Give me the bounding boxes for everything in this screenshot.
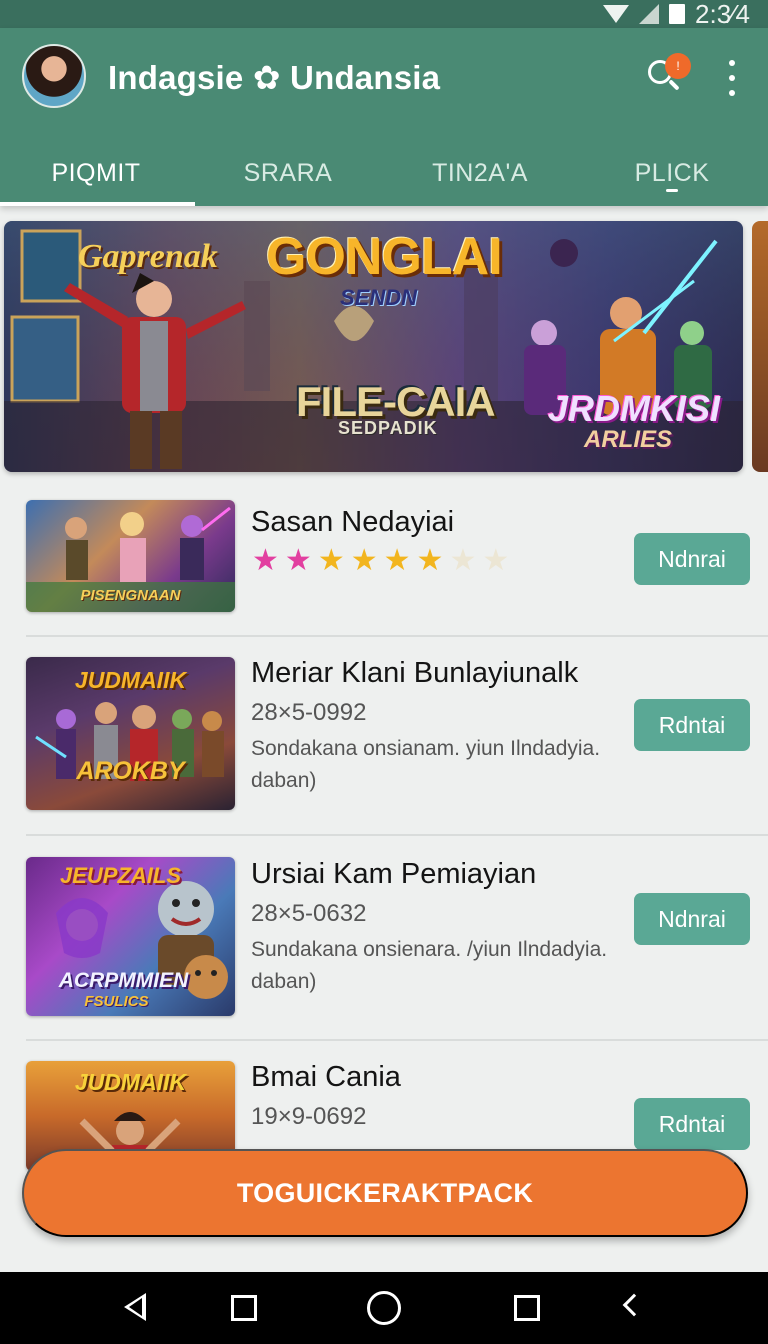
game-thumbnail: JUDMAIIK AROKBY xyxy=(26,657,235,810)
install-button[interactable]: Ndnrai xyxy=(634,893,750,945)
recents-square-icon[interactable] xyxy=(231,1295,257,1321)
banner-title: GONGLAI xyxy=(266,228,503,286)
status-bar: 2:3⁄4 xyxy=(0,0,768,29)
battery-icon xyxy=(669,4,686,24)
tab-srara[interactable]: SRARA xyxy=(192,140,384,206)
active-tab-indicator xyxy=(0,202,195,206)
more-vert-icon[interactable] xyxy=(720,60,744,96)
thumbnail-sublabel: AROKBY xyxy=(76,757,185,785)
next-banner-peek[interactable] xyxy=(752,221,768,472)
tab-bar: PIQMIT SRARA TIN2A'A PLICK xyxy=(0,140,768,206)
install-button[interactable]: Ndnrai xyxy=(634,533,750,585)
game-thumbnail: PISENGNAAN xyxy=(26,500,235,612)
thumbnail-label: JUDMAIIK xyxy=(74,1069,187,1095)
tab-piqmit[interactable]: PIQMIT xyxy=(0,140,192,206)
list-item[interactable]: JUDMAIIK AROKBY Meriar Klani Bunlayiunal… xyxy=(0,637,768,836)
install-button[interactable]: Rdntai xyxy=(634,1098,750,1150)
back-triangle-icon[interactable] xyxy=(118,1290,154,1326)
banner-subtitle: Gaprenak xyxy=(78,238,218,275)
thumbnail-label: JUDMAIIK xyxy=(74,667,187,693)
item-code: 19×9-0692 xyxy=(251,1103,367,1130)
item-title: Meriar Klani Bunlayiunalk xyxy=(251,657,579,689)
notification-badge: ! xyxy=(665,53,691,79)
tab-label: PIQMIT xyxy=(51,158,141,187)
list-item[interactable]: JEUPZAILS ACRPMMIEN FSULICS Ursiai Kam P… xyxy=(0,836,768,1041)
thumbnail-label: JEUPZAILS xyxy=(59,863,182,888)
system-nav-bar xyxy=(0,1272,768,1344)
item-description: Sondakana onsianam. yiun Ilndadyia. daba… xyxy=(251,737,601,792)
banner-tagline: SENDN xyxy=(340,285,418,310)
item-description: Sundakana onsienara. /yiun Ilndadyia. da… xyxy=(251,938,608,993)
home-circle-icon[interactable] xyxy=(367,1291,401,1325)
game-thumbnail: JEUPZAILS ACRPMMIEN FSULICS xyxy=(26,857,235,1016)
search-button[interactable]: ! xyxy=(644,53,691,98)
square-icon[interactable] xyxy=(514,1295,540,1321)
list-item[interactable]: JUDMAIIK Bmai Cania 19×9-0692 Rdntai xyxy=(0,1041,768,1171)
star-filled-icon: ★ xyxy=(284,544,312,577)
star-rating: ★ ★ ★ ★ ★ ★ ★ ★ xyxy=(252,546,509,576)
banner-logo-subtitle: SEDPADIK xyxy=(338,418,438,438)
star-filled-icon: ★ xyxy=(317,544,345,577)
banner-right-title: JRDMKISI xyxy=(548,388,721,429)
app-title: Indagsie ✿ Undansia xyxy=(108,59,441,96)
chevron-back-icon[interactable] xyxy=(616,1290,652,1326)
tab-label: TIN2A'A xyxy=(432,158,528,187)
thumbnail-sublabel: ACRPMMIEN xyxy=(58,969,189,992)
tab-indicator-dot xyxy=(666,189,678,192)
star-empty-icon: ★ xyxy=(449,544,477,577)
item-code: 28×5-0992 xyxy=(251,699,367,726)
item-title: Bmai Cania xyxy=(251,1061,401,1093)
star-filled-icon: ★ xyxy=(350,544,378,577)
status-time: 2:3⁄4 xyxy=(695,0,750,29)
install-button[interactable]: Rdntai xyxy=(634,699,750,751)
avatar[interactable] xyxy=(22,44,86,108)
tab-label: SRARA xyxy=(243,158,333,187)
thumbnail-label: PISENGNAAN xyxy=(80,587,181,604)
wifi-icon xyxy=(603,5,630,23)
featured-banner[interactable]: Gaprenak GONGLAI SENDN FILE-CAIA SEDPADI… xyxy=(4,221,743,472)
quick-pack-button[interactable]: TOGUICKERAKTPACK xyxy=(22,1149,748,1237)
star-filled-icon: ★ xyxy=(252,544,279,577)
tab-label: PLICK xyxy=(634,158,710,187)
banner-right-subtitle: ARLIES xyxy=(584,426,673,453)
signal-icon xyxy=(639,4,660,24)
item-title: Sasan Nedayiai xyxy=(251,506,455,538)
star-empty-icon: ★ xyxy=(482,544,510,577)
item-title: Ursiai Kam Pemiayian xyxy=(251,858,537,890)
list-item[interactable]: PISENGNAAN Sasan Nedayiai ★ ★ ★ ★ ★ ★ ★ ★ Ndnra… xyxy=(0,490,768,637)
app-bar: Indagsie ✿ Undansia ! PIQMIT SRARA TIN2A… xyxy=(0,28,768,206)
tab-tin2aa[interactable]: TIN2A'A xyxy=(384,140,576,206)
star-filled-icon: ★ xyxy=(416,544,444,577)
thumbnail-sublabel: FSULICS xyxy=(84,993,149,1010)
item-code: 28×5-0632 xyxy=(251,900,367,927)
tab-plick[interactable]: PLICK xyxy=(576,140,768,206)
star-filled-icon: ★ xyxy=(383,544,411,577)
